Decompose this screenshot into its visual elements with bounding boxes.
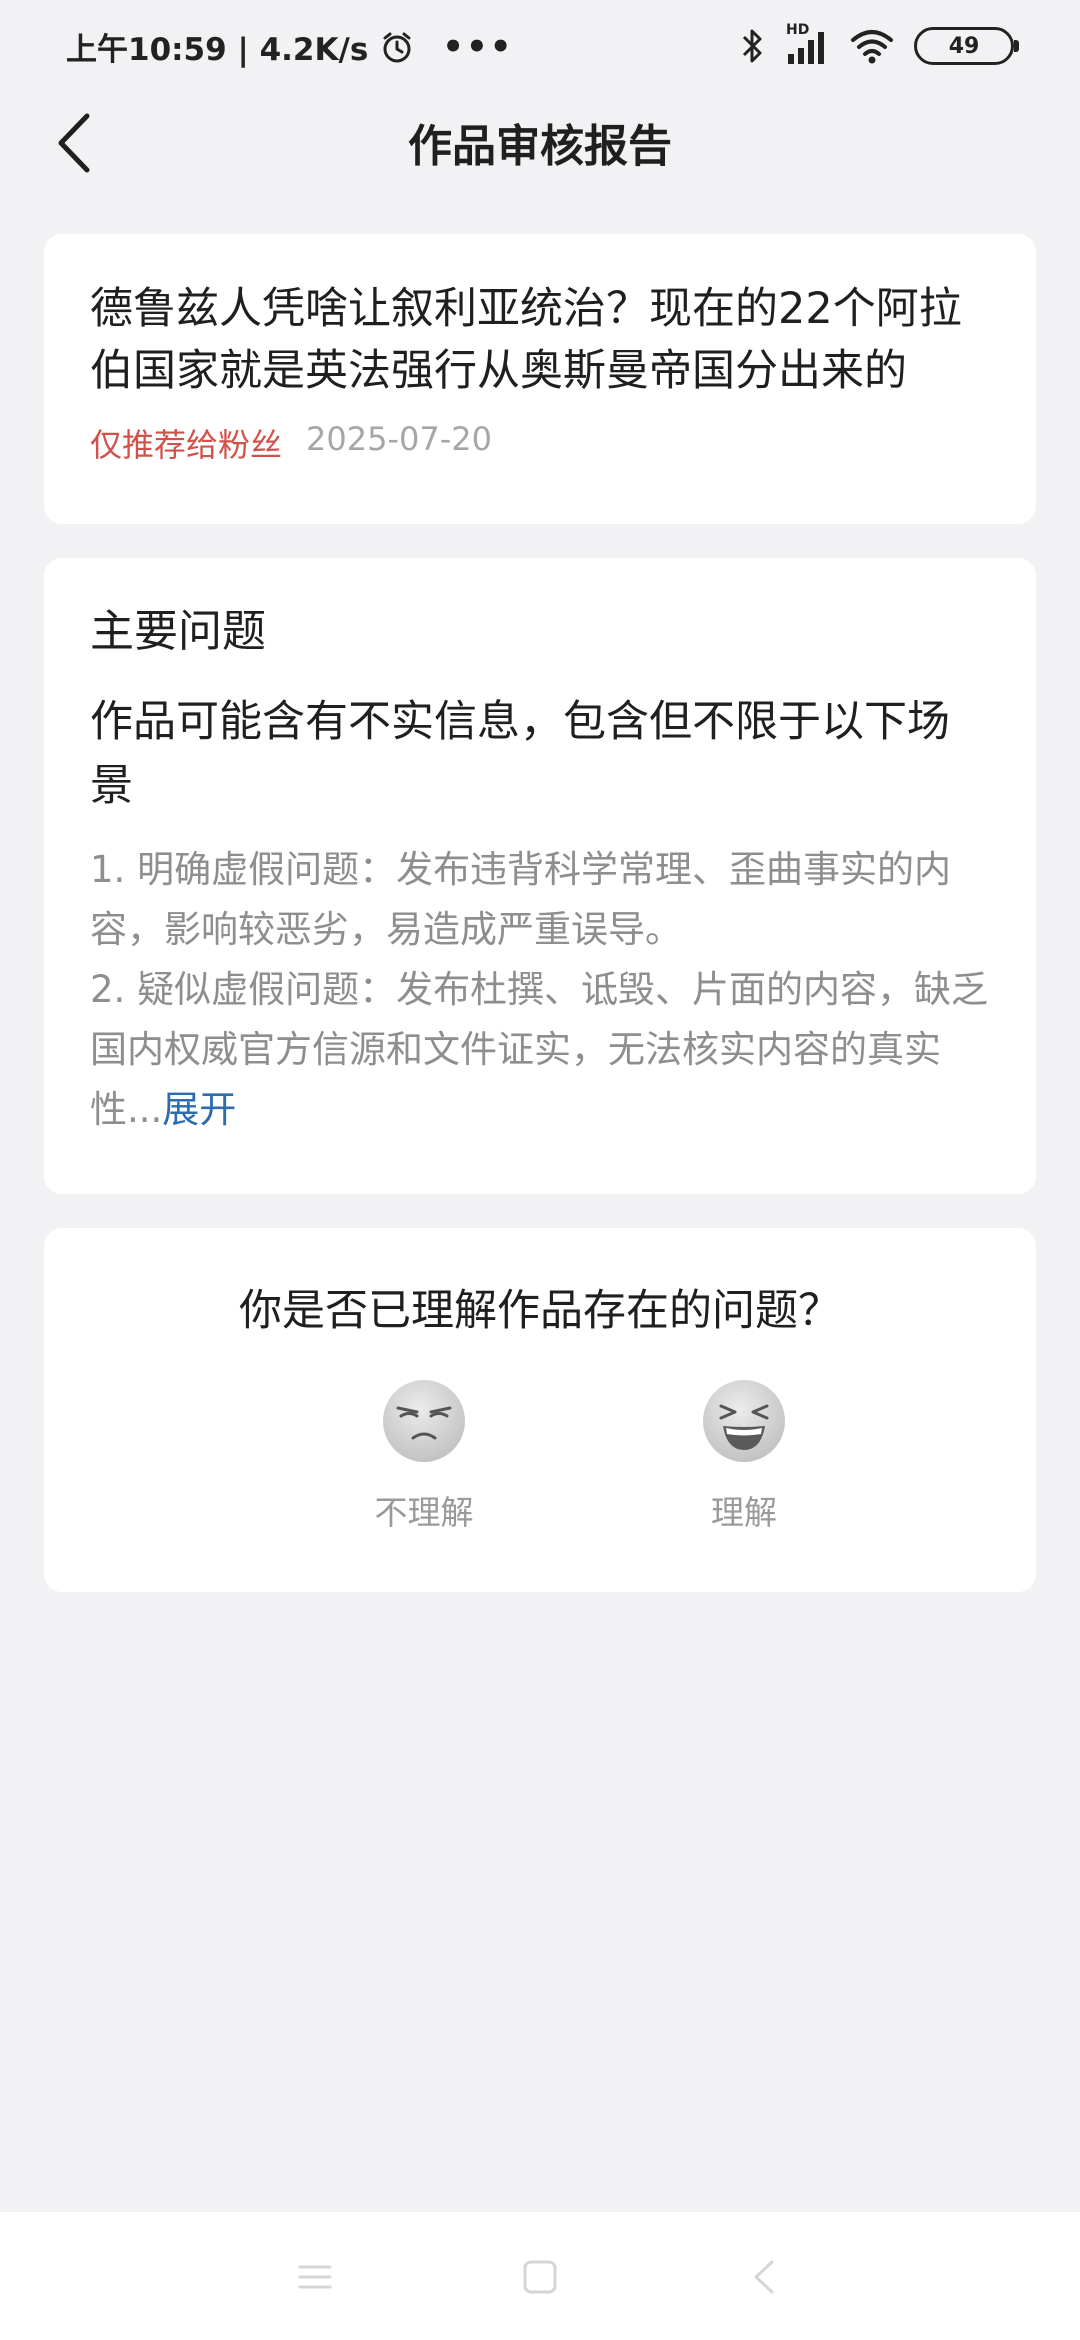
system-nav-bar — [0, 2212, 1080, 2340]
not-understand-label: 不理解 — [374, 1493, 474, 1532]
battery-level: 49 — [948, 33, 980, 59]
more-indicator: ••• — [442, 26, 514, 67]
menu-icon[interactable] — [290, 2252, 340, 2302]
issue-detail-item: 1. 明确虚假问题：发布违背科学常理、歪曲事实的内容，影响较恶劣，易造成严重误导… — [90, 848, 952, 951]
status-right: HD 49 — [740, 22, 1019, 66]
back-icon[interactable] — [740, 2252, 790, 2302]
publish-date: 2025-07-20 — [306, 420, 492, 458]
article-card[interactable]: 德鲁兹人凭啥让叙利亚统治？现在的22个阿拉伯国家就是英法强行从奥斯曼帝国分出来的… — [44, 234, 1036, 524]
issue-card: 主要问题 作品可能含有不实信息，包含但不限于以下场景 1. 明确虚假问题：发布违… — [44, 558, 1036, 1194]
status-bar: 上午10:59 | 4.2K/s ••• HD 49 — [0, 0, 1080, 100]
status-left: 上午10:59 | 4.2K/s ••• — [66, 24, 514, 69]
battery-icon: 49 — [914, 27, 1019, 65]
status-time-speed: 上午10:59 | 4.2K/s — [66, 32, 369, 68]
page-title: 作品审核报告 — [408, 121, 672, 172]
understand-label: 理解 — [711, 1493, 777, 1532]
wifi-icon — [851, 30, 893, 64]
nav-bar: 作品审核报告 — [0, 100, 1080, 180]
issue-details: 1. 明确虚假问题：发布违背科学常理、歪曲事实的内容，影响较恶劣，易造成严重误导… — [90, 840, 990, 1140]
signal-icon: HD — [786, 22, 830, 66]
article-meta: 仅推荐给粉丝 2025-07-20 — [90, 420, 990, 466]
article-title: 德鲁兹人凭啥让叙利亚统治？现在的22个阿拉伯国家就是英法强行从奥斯曼帝国分出来的 — [90, 284, 962, 396]
feedback-question: 你是否已理解作品存在的问题？ — [239, 1286, 841, 1336]
alarm-icon — [383, 32, 411, 62]
frowning-face-icon — [383, 1380, 465, 1462]
bluetooth-icon — [742, 29, 762, 63]
laughing-face-icon — [703, 1380, 785, 1462]
feedback-card: 你是否已理解作品存在的问题？ 不理解 理解 — [44, 1228, 1036, 1592]
issue-heading: 主要问题 — [90, 606, 266, 657]
expand-link[interactable]: 展开 — [162, 1088, 236, 1131]
issue-summary: 作品可能含有不实信息，包含但不限于以下场景 — [90, 697, 950, 811]
understand-button[interactable]: 理解 — [644, 1378, 844, 1534]
distribution-tag: 仅推荐给粉丝 — [90, 426, 283, 464]
not-understand-button[interactable]: 不理解 — [324, 1378, 524, 1534]
home-icon[interactable] — [515, 2252, 565, 2302]
issue-detail-item: 2. 疑似虚假问题：发布杜撰、诋毁、片面的内容，缺乏国内权威官方信源和文件证实，… — [90, 960, 990, 1140]
